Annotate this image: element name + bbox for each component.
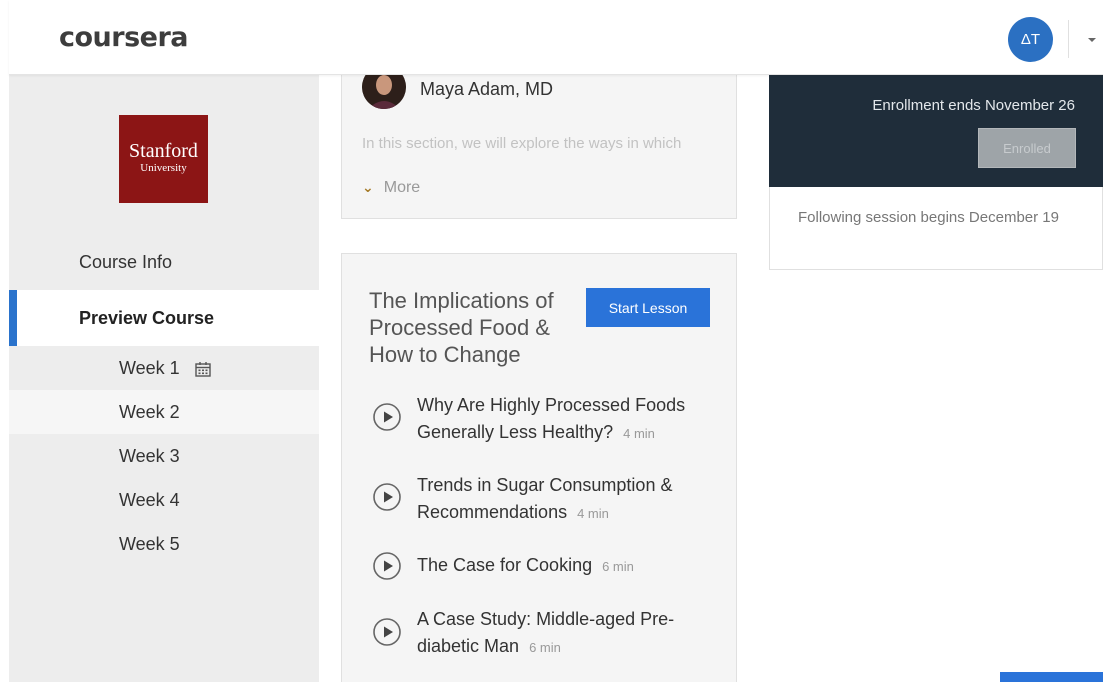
item-title-text: Trends in Sugar Consumption & Recommenda…: [417, 475, 673, 522]
nav-week-1[interactable]: Week 1: [9, 346, 319, 390]
enrolled-button[interactable]: Enrolled: [978, 128, 1076, 168]
top-header: coursera ΔT: [9, 0, 1103, 75]
calendar-icon: [195, 362, 211, 377]
more-link[interactable]: ⌄ More: [362, 179, 420, 197]
week-label: Week 5: [119, 534, 180, 554]
lesson-item-title: A Case Study: Middle-aged Pre-diabetic M…: [417, 606, 707, 661]
start-lesson-button[interactable]: Start Lesson: [586, 288, 710, 327]
nav-week-4[interactable]: Week 4: [9, 478, 319, 522]
week-label: Week 4: [119, 490, 180, 510]
following-session-text: Following session begins December 19: [798, 209, 1059, 226]
course-sidebar: Stanford University Course Info Preview …: [9, 75, 319, 682]
play-circle-icon: [373, 618, 401, 646]
week-label: Week 1: [119, 358, 180, 378]
bottom-right-button[interactable]: [1000, 672, 1103, 682]
lesson-item-title: Trends in Sugar Consumption & Recommenda…: [417, 472, 707, 527]
coursera-logo[interactable]: coursera: [59, 22, 189, 53]
play-circle-icon: [373, 403, 401, 431]
item-duration: 4 min: [623, 426, 655, 441]
caret-down-icon[interactable]: [1088, 38, 1096, 42]
lesson-item-title: The Case for Cooking 6 min: [417, 552, 707, 580]
university-name: Stanford: [129, 140, 198, 162]
university-label: University: [140, 162, 187, 174]
lesson-card: The Implications of Processed Food & How…: [341, 253, 737, 682]
nav-week-5[interactable]: Week 5: [9, 522, 319, 566]
section-intro: In this section, we will explore the way…: [362, 135, 682, 152]
item-duration: 4 min: [577, 506, 609, 521]
week-label: Week 2: [119, 402, 180, 422]
item-duration: 6 min: [602, 559, 634, 574]
user-avatar[interactable]: ΔT: [1008, 17, 1053, 62]
nav-preview-course[interactable]: Preview Course: [9, 290, 319, 346]
week-label: Week 3: [119, 446, 180, 466]
play-circle-icon: [373, 483, 401, 511]
lesson-item-title: Why Are Highly Processed Foods Generally…: [417, 392, 707, 447]
chevron-down-icon: ⌄: [362, 179, 374, 195]
play-circle-icon: [373, 552, 401, 580]
lesson-title: The Implications of Processed Food & How…: [369, 288, 554, 367]
following-session-box: Following session begins December 19: [769, 187, 1103, 270]
stanford-logo: Stanford University: [119, 115, 208, 203]
more-label: More: [383, 179, 421, 196]
nav-week-3[interactable]: Week 3: [9, 434, 319, 478]
header-divider: [1068, 20, 1069, 58]
nav-week-2[interactable]: Week 2: [9, 390, 319, 434]
item-title-text: The Case for Cooking: [417, 555, 593, 575]
enrollment-deadline: Enrollment ends November 26: [872, 97, 1075, 114]
instructor-name: Maya Adam, MD: [420, 79, 554, 99]
nav-course-info[interactable]: Course Info: [9, 245, 319, 289]
enrollment-panel: Enrollment ends November 26 Enrolled: [769, 75, 1103, 187]
instructor-card: Maya Adam, MD In this section, we will e…: [341, 60, 737, 219]
item-duration: 6 min: [529, 640, 561, 655]
